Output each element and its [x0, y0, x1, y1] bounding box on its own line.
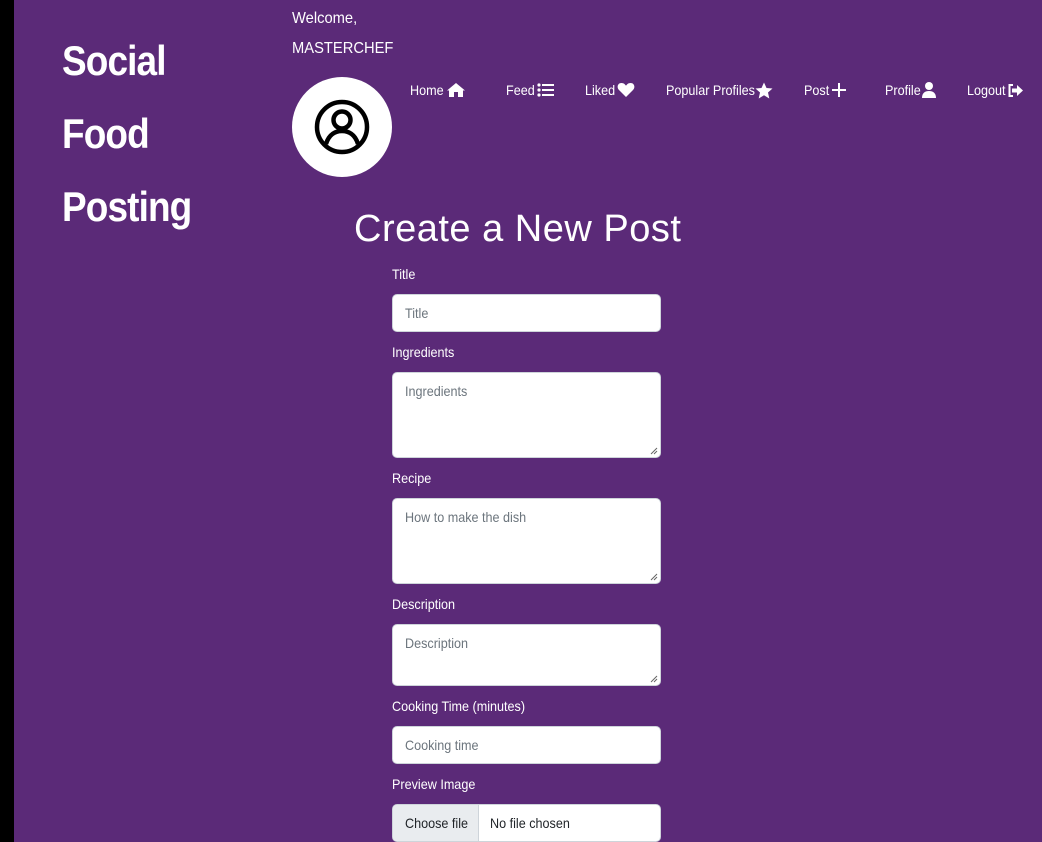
heart-icon — [617, 83, 635, 97]
nav-feed-label: Feed — [506, 82, 536, 98]
ingredients-placeholder: Ingredients — [405, 383, 468, 399]
page: Social Food Posting Welcome, MASTERCHEF … — [14, 0, 1042, 842]
preview-image-label: Preview Image — [392, 776, 476, 792]
star-icon — [755, 82, 773, 98]
user-icon — [922, 82, 937, 98]
nav-logout-label: Logout — [967, 82, 1006, 98]
welcome-block: Welcome, MASTERCHEF — [292, 4, 393, 64]
description-label: Description — [392, 596, 456, 612]
resize-grip-icon[interactable] — [650, 675, 658, 683]
username: MASTERCHEF — [292, 40, 394, 57]
nav-popular-label: Popular Profiles — [665, 82, 755, 98]
nav-logout[interactable]: Logout — [967, 82, 1024, 98]
nav-liked-label: Liked — [585, 82, 616, 98]
title-label: Title — [392, 266, 416, 282]
list-icon — [537, 83, 555, 97]
file-status: No file chosen — [479, 805, 579, 841]
plus-icon — [831, 83, 846, 97]
nav-profile[interactable]: Profile — [885, 82, 937, 98]
choose-file-button[interactable]: Choose file — [393, 805, 479, 841]
nav-home-label: Home — [410, 82, 444, 98]
page-title: Create a New Post — [354, 208, 682, 250]
main-nav: Home Feed Liked Popular Profiles Post Pr… — [410, 78, 1024, 102]
nav-popular-profiles[interactable]: Popular Profiles — [666, 82, 773, 99]
resize-grip-icon[interactable] — [650, 447, 658, 455]
logout-icon — [1008, 83, 1024, 97]
recipe-placeholder: How to make the dish — [405, 509, 527, 525]
brand-line-1: Social Food — [62, 37, 166, 157]
cooking-time-placeholder: Cooking time — [405, 737, 479, 753]
recipe-label: Recipe — [392, 470, 432, 486]
cooking-time-input[interactable]: Cooking time — [392, 726, 661, 764]
cooking-time-label: Cooking Time (minutes) — [392, 698, 526, 714]
resize-grip-icon[interactable] — [650, 573, 658, 581]
brand-logo[interactable]: Social Food Posting — [62, 24, 256, 243]
nav-liked[interactable]: Liked — [585, 82, 635, 98]
title-placeholder: Title — [405, 305, 429, 321]
nav-feed[interactable]: Feed — [506, 82, 555, 98]
ingredients-textarea[interactable]: Ingredients — [392, 372, 661, 458]
ingredients-label: Ingredients — [392, 344, 455, 360]
nav-home[interactable]: Home — [410, 82, 466, 98]
description-placeholder: Description — [405, 635, 469, 651]
home-icon — [447, 83, 466, 97]
recipe-textarea[interactable]: How to make the dish — [392, 498, 661, 584]
preview-image-file-input[interactable]: Choose file No file chosen — [392, 804, 661, 842]
brand-line-2: Posting — [62, 183, 192, 230]
welcome-text: Welcome, — [292, 10, 358, 27]
nav-profile-label: Profile — [884, 82, 921, 98]
nav-post-label: Post — [803, 82, 829, 98]
choose-file-label: Choose file — [405, 815, 469, 831]
title-input[interactable]: Title — [392, 294, 661, 332]
avatar[interactable] — [292, 77, 392, 177]
nav-post[interactable]: Post — [804, 82, 846, 98]
user-circle-icon — [314, 99, 370, 155]
description-textarea[interactable]: Description — [392, 624, 661, 686]
file-status-text: No file chosen — [490, 815, 570, 831]
